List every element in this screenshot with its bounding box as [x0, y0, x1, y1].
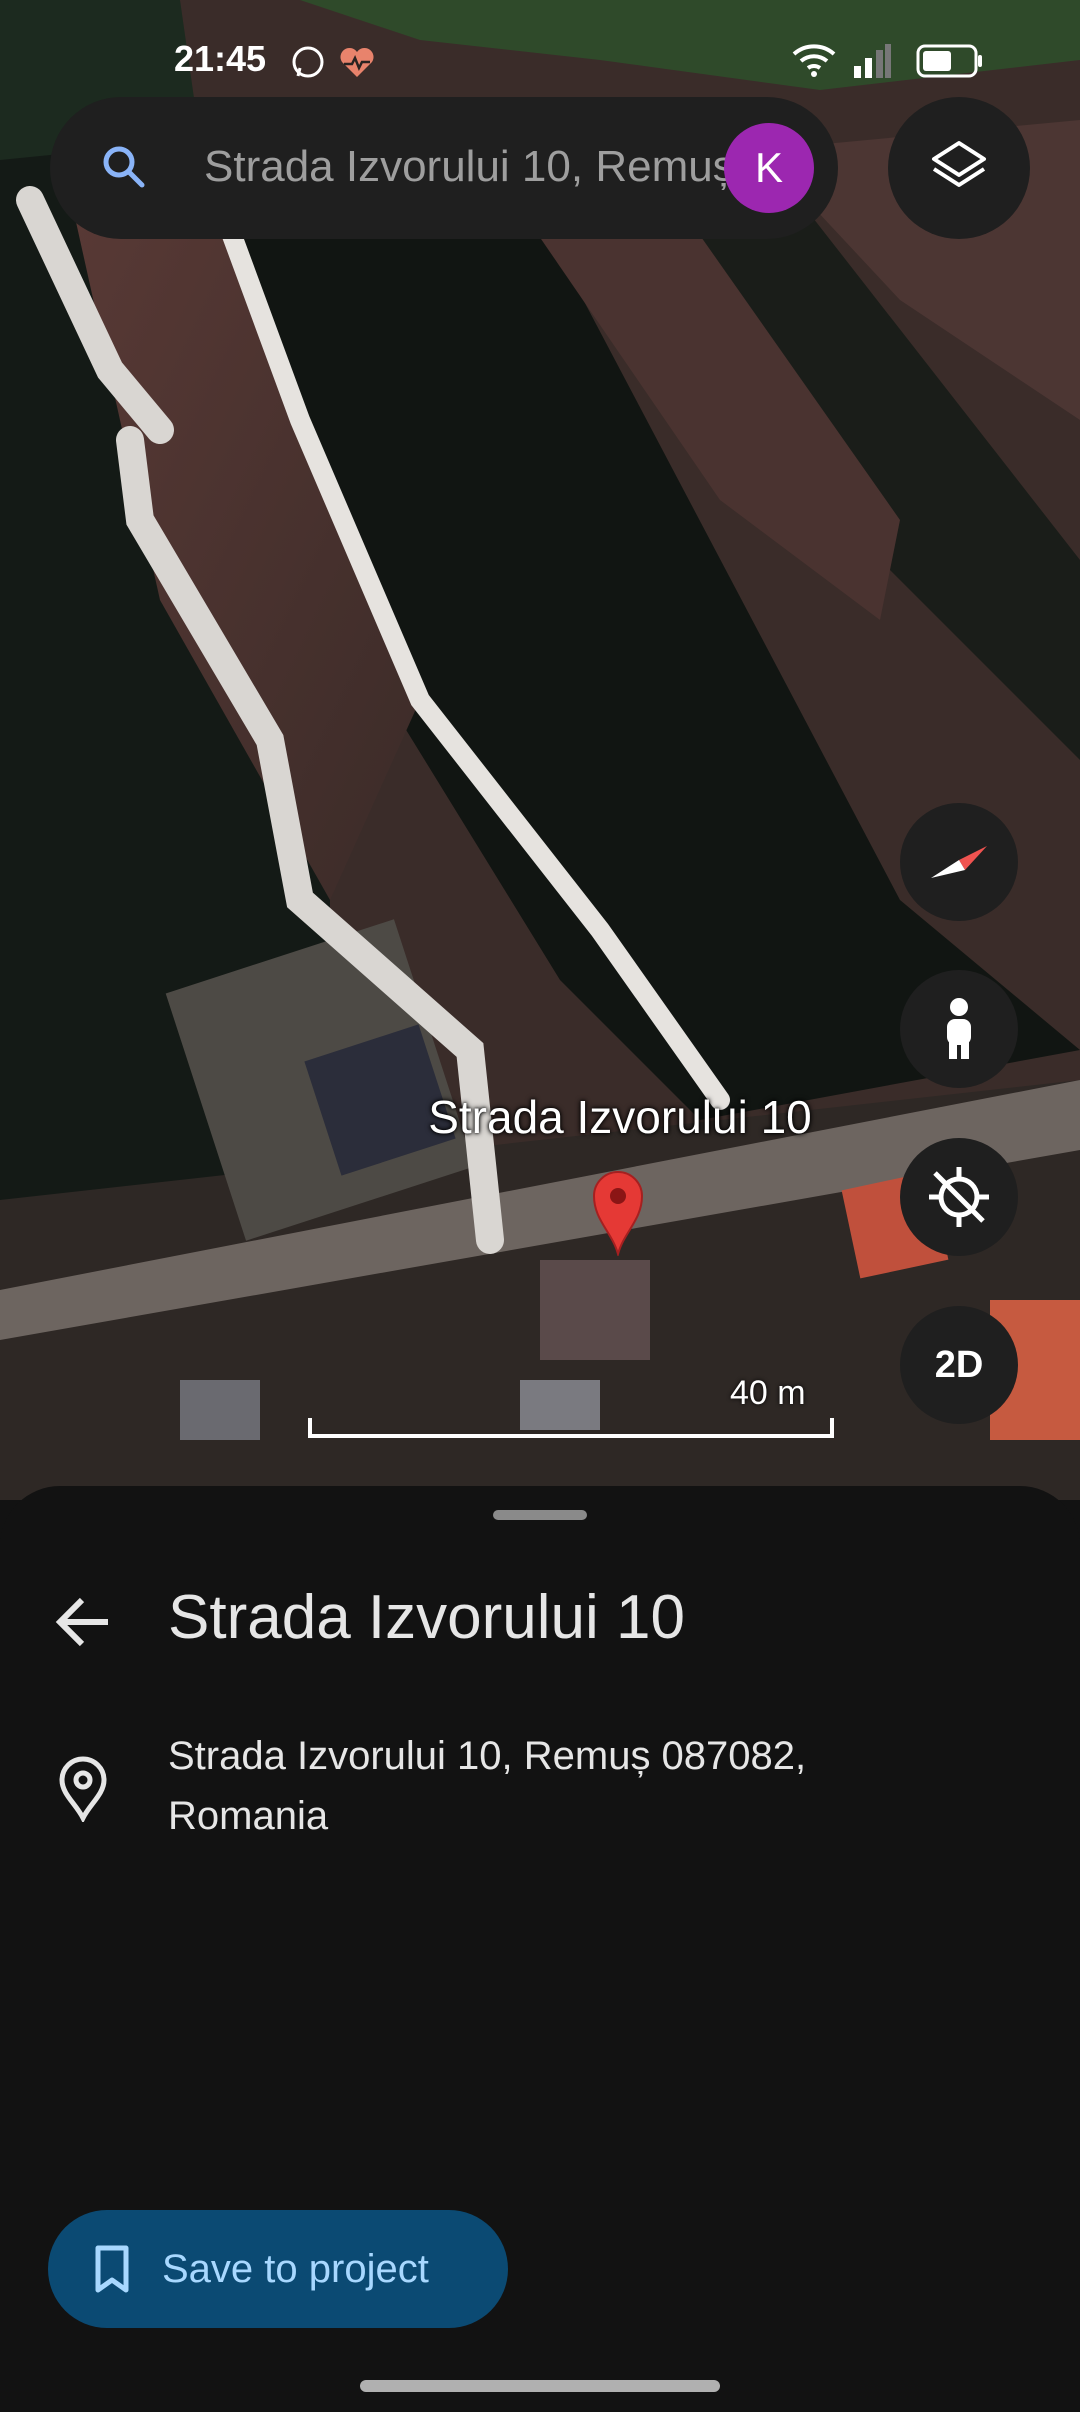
scale-label: 40 m: [730, 1374, 806, 1412]
location-pin-icon: [59, 1756, 107, 1822]
save-to-project-button[interactable]: Save to project: [48, 2210, 508, 2328]
status-time: 21:45: [174, 38, 267, 79]
compass-icon: [931, 846, 987, 878]
drag-handle[interactable]: [493, 1510, 587, 1520]
search-bar[interactable]: Strada Izvorului 10, Remuș 087082, Roman…: [50, 97, 838, 239]
place-address: Strada Izvorului 10, Remuș 087082, Roman…: [168, 1726, 968, 1846]
signal-icon: [854, 44, 891, 78]
pegman-icon: [947, 998, 971, 1059]
scale-bar: [308, 1418, 834, 1438]
avatar[interactable]: K: [724, 123, 814, 213]
map-place-label: Strada Izvorului 10: [428, 1091, 812, 1143]
layers-button[interactable]: [888, 97, 1030, 239]
place-title: Strada Izvorului 10: [168, 1583, 685, 1652]
layers-icon: [932, 141, 986, 187]
save-label: Save to project: [162, 2247, 429, 2291]
search-icon[interactable]: [96, 139, 152, 195]
wifi-icon: [792, 44, 836, 77]
heart-rate-icon: [340, 47, 374, 77]
map-pin-icon[interactable]: [590, 1168, 646, 1256]
bookmark-icon: [95, 2245, 129, 2293]
my-location-button[interactable]: [900, 1138, 1018, 1256]
home-indicator[interactable]: [360, 2380, 720, 2392]
battery-icon: [916, 44, 982, 78]
address-line-2: Romania: [168, 1794, 329, 1838]
compass-button[interactable]: [900, 803, 1018, 921]
street-view-button[interactable]: [900, 970, 1018, 1088]
search-input[interactable]: Strada Izvorului 10, Remuș 087082, Roman…: [204, 137, 744, 197]
whatsapp-icon: [292, 46, 324, 78]
address-line-1: Strada Izvorului 10, Remuș 087082,: [168, 1734, 807, 1778]
place-details-sheet: Strada Izvorului 10 Strada Izvorului 10,…: [0, 1486, 1080, 2412]
location-off-icon: [929, 1167, 989, 1227]
toggle-2d-button[interactable]: 2D: [900, 1306, 1018, 1424]
back-arrow-icon[interactable]: [48, 1586, 120, 1658]
